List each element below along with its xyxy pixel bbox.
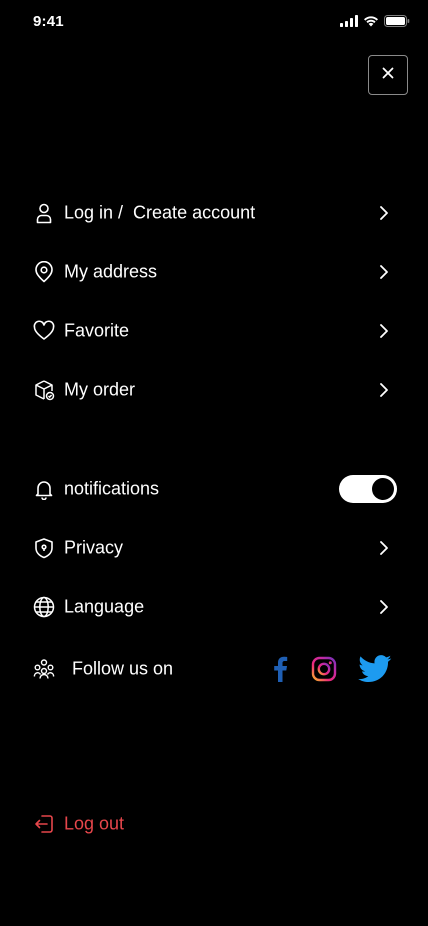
menu-item-label: Log in / Create account [64, 202, 256, 223]
menu-item-label: My order [64, 379, 136, 400]
shield-icon [32, 536, 56, 560]
follow-us-label: Follow us on [72, 658, 174, 679]
chevron-right-icon [374, 262, 394, 282]
status-bar: 9:41 [0, 0, 428, 44]
instagram-icon[interactable] [311, 656, 337, 682]
notifications-toggle[interactable] [339, 475, 397, 503]
notifications-row: notifications [0, 469, 428, 509]
menu-item-favorite[interactable]: Favorite [0, 311, 428, 351]
chevron-right-icon [374, 380, 394, 400]
status-time: 9:41 [33, 13, 64, 30]
twitter-icon[interactable] [358, 655, 392, 683]
logout-label: Log out [64, 813, 125, 834]
chevron-right-icon [374, 321, 394, 341]
facebook-icon[interactable] [270, 656, 290, 682]
menu-item-order[interactable]: My order [0, 370, 428, 410]
logout-button[interactable]: Log out [0, 804, 428, 844]
heart-icon [32, 319, 56, 343]
package-icon [32, 378, 56, 402]
globe-icon [32, 595, 56, 619]
menu-item-login[interactable]: Log in / Create account [0, 193, 428, 233]
menu-item-privacy[interactable]: Privacy [0, 528, 428, 568]
user-icon [32, 201, 56, 225]
close-button[interactable] [368, 55, 408, 95]
location-pin-icon [32, 260, 56, 284]
chevron-right-icon [374, 538, 394, 558]
logout-icon [32, 812, 56, 836]
community-icon [32, 657, 56, 681]
battery-icon [384, 15, 410, 27]
close-icon [382, 66, 394, 84]
notifications-label: notifications [64, 478, 160, 499]
bell-icon [32, 477, 56, 501]
wifi-icon [363, 15, 379, 27]
menu-item-label: Language [64, 596, 145, 617]
follow-us-row: Follow us on [0, 649, 428, 689]
menu-item-label: Favorite [64, 320, 130, 341]
status-icons [340, 15, 410, 27]
chevron-right-icon [374, 203, 394, 223]
menu-item-label: Privacy [64, 537, 124, 558]
menu-item-language[interactable]: Language [0, 587, 428, 627]
toggle-knob [372, 478, 394, 500]
menu-item-label: My address [64, 261, 158, 282]
chevron-right-icon [374, 597, 394, 617]
cellular-signal-icon [340, 15, 358, 27]
menu-item-address[interactable]: My address [0, 252, 428, 292]
